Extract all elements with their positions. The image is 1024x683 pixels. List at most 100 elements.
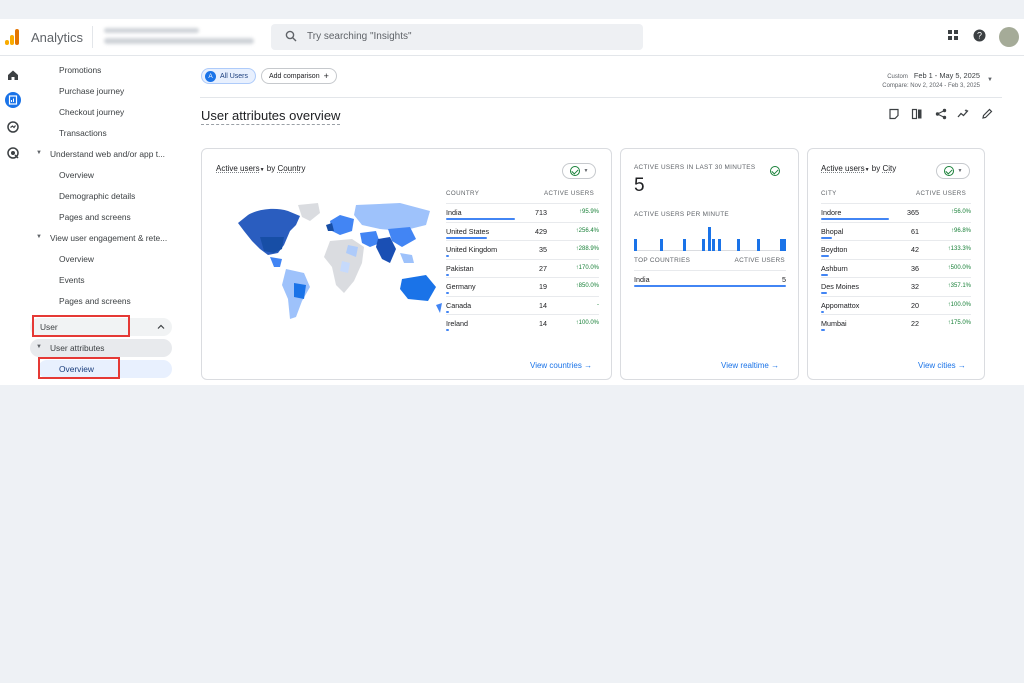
sidebar-item-pages-and-screens[interactable]: Pages and screens [59,212,131,222]
view-cities-label: View cities [918,361,956,370]
card-title-by: by [266,164,276,173]
avatar[interactable] [999,27,1019,47]
share-bar [821,218,889,220]
search-bar[interactable]: Try searching "Insights" [271,24,643,50]
home-icon[interactable] [5,67,21,83]
row-name: Indore [821,208,842,217]
data-quality-button[interactable]: ▼ [936,163,970,179]
explore-icon[interactable] [5,119,21,135]
share-bar [821,292,828,294]
sidebar-item-events[interactable]: Events [59,275,85,285]
table-row: Ireland 14 ↑100.0% [446,314,599,332]
row-name: Mumbai [821,319,847,328]
table-row: Canada 14 - [446,295,599,314]
share-icon[interactable] [935,108,947,120]
divider [92,26,93,48]
per-minute-bar [701,239,705,251]
add-comparison-button[interactable]: Add comparison + [261,68,337,84]
app-title: Analytics [31,30,84,45]
segment-chip-all-users[interactable]: A All Users [201,68,256,84]
check-circle-icon [569,166,580,176]
analytics-window: Analytics Try searching "Insights" ? Pro… [0,19,1024,385]
date-range-selector[interactable]: Custom Feb 1 - May 5, 2025 [887,71,980,80]
insights-icon[interactable] [957,108,969,120]
view-realtime-link[interactable]: View realtime → [721,361,779,370]
edit-pencil-icon[interactable] [981,108,993,120]
row-name: India [446,208,462,217]
arrow-right-icon: → [957,361,966,370]
per-minute-bar [682,239,686,251]
metric-selector[interactable]: Active users [821,164,865,173]
change-value: ↑96.8% [950,227,971,234]
sidebar-item-purchase-journey[interactable]: Purchase journey [59,86,124,96]
share-bar [821,273,828,276]
sidebar-group-user-engagement[interactable]: View user engagement & rete... [50,233,167,243]
sidebar-item-demographic-details[interactable]: Demographic details [59,191,135,201]
change-value: ↑175.0% [947,320,971,326]
reports-icon[interactable] [5,92,21,108]
per-minute-bar [737,239,741,251]
chevron-up-icon[interactable] [157,323,165,331]
active-users-value: 35 [539,245,547,254]
share-bar [634,285,786,287]
account-selector[interactable] [100,24,260,50]
active-users-value: 61 [911,226,919,236]
per-minute-bar [782,239,786,251]
metric-caret-icon[interactable]: ▼ [865,167,870,173]
sidebar-item-promotions[interactable]: Promotions [59,65,101,75]
per-minute-bar [718,239,722,251]
top-bar: Analytics Try searching "Insights" ? [0,19,1024,56]
active-users-value: 19 [539,282,547,291]
row-name: Pakistan [446,263,474,273]
change-value: ↑288.9% [575,246,599,252]
analytics-logo-icon[interactable] [5,29,21,45]
metric-caret-icon[interactable]: ▼ [260,167,265,173]
row-name: Canada [446,300,472,310]
date-caret-down-icon[interactable]: ▼ [987,77,993,83]
svg-text:?: ? [977,31,982,41]
help-icon[interactable]: ? [973,29,986,42]
row-name: Appomattox [821,300,860,310]
per-minute-bar [756,239,760,251]
sidebar-item-checkout-journey[interactable]: Checkout journey [59,107,124,117]
metric-selector[interactable]: Active users [216,164,260,173]
view-countries-link[interactable]: View countries → [530,361,592,370]
share-bar [446,273,449,276]
data-quality-button[interactable]: ▼ [562,163,596,179]
active-users-value: 5 [782,275,786,284]
sidebar-item-overview[interactable]: Overview [59,254,94,264]
change-value: ↑100.0% [575,320,599,326]
sidebar-group-user-attributes-label: User attributes [50,343,105,353]
change-value: ↑56.0% [950,209,971,215]
sidebar-item-transactions[interactable]: Transactions [59,128,107,138]
column-header-country: COUNTRY [446,190,480,197]
caret-down-icon[interactable]: ▼ [36,234,42,240]
sidebar-item-pages-and-screens[interactable]: Pages and screens [59,296,131,306]
caret-down-icon: ▼ [583,168,589,174]
compare-columns-icon[interactable] [911,108,923,120]
note-icon[interactable] [888,108,900,120]
row-name: Des Moines [821,282,859,291]
plus-icon: + [323,71,329,81]
active-users-value: 32 [911,282,919,291]
share-bar [446,255,450,257]
apps-grid-icon[interactable] [947,29,959,41]
caret-down-icon[interactable]: ▼ [36,150,42,156]
change-value: - [597,301,599,308]
row-name: Bhopal [821,226,844,236]
view-realtime-label: View realtime [721,361,769,370]
check-circle-icon[interactable] [766,163,784,179]
view-cities-link[interactable]: View cities → [918,361,966,370]
share-bar [821,236,833,239]
sidebar-group-user-attributes[interactable]: ▼ User attributes [30,339,172,357]
share-bar [821,255,830,257]
dimension-selector[interactable]: City [882,164,896,173]
view-countries-label: View countries [530,361,582,370]
country-card: Active users▼ by Country ▼ COUNTRY ACTIV… [201,148,612,380]
table-row: Appomattox 20 ↑100.0% [821,295,971,314]
advertising-icon[interactable] [5,145,21,161]
dimension-selector[interactable]: Country [277,164,305,173]
sidebar-item-overview[interactable]: Overview [59,170,94,180]
sidebar-group-understand-web[interactable]: Understand web and/or app t... [50,149,165,159]
share-bar [446,310,449,313]
